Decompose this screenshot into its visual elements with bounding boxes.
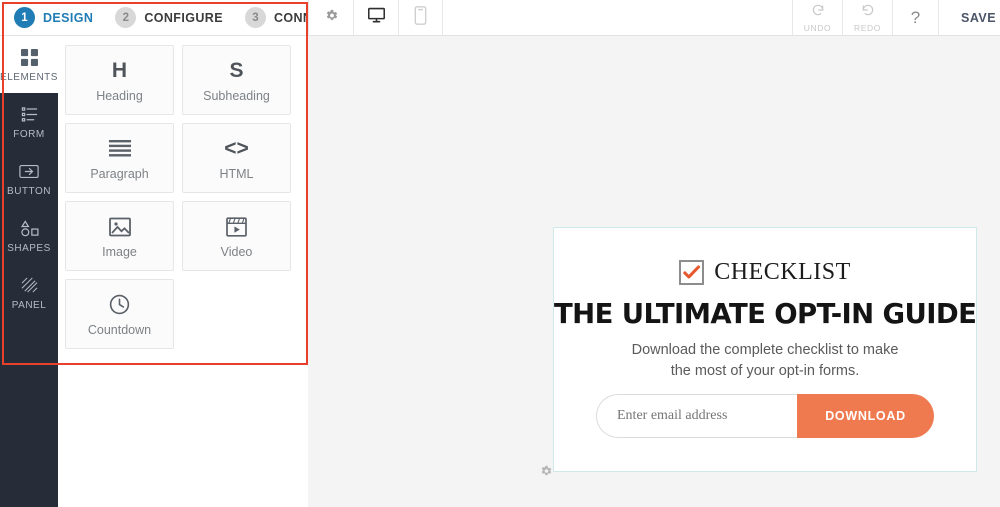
element-tile-html[interactable]: <> HTML <box>182 123 291 193</box>
optin-settings-gear-icon[interactable] <box>539 464 553 483</box>
mobile-device-icon <box>414 5 427 30</box>
step-navigation: 1 DESIGN 2 CONFIGURE 3 CONNECT <box>0 0 338 35</box>
design-canvas[interactable]: CHECKLIST THE ULTIMATE OPT-IN GUIDE Down… <box>308 36 1000 507</box>
button-arrow-icon <box>19 160 39 182</box>
step-design-number: 1 <box>14 7 35 28</box>
step-configure[interactable]: 2 CONFIGURE <box>115 7 223 28</box>
element-tile-subheading[interactable]: S Subheading <box>182 45 291 115</box>
sidebar-item-shapes-label: SHAPES <box>7 243 51 254</box>
step-configure-label: CONFIGURE <box>144 10 223 25</box>
step-connect-number: 3 <box>244 7 266 28</box>
optin-subline: Download the complete checklist to make … <box>554 340 976 381</box>
sidebar-item-shapes[interactable]: SHAPES <box>0 207 58 264</box>
subheading-icon: S <box>229 58 243 84</box>
checkbox-check-icon <box>679 260 705 285</box>
form-list-icon <box>21 103 38 125</box>
undo-arrow-icon <box>811 3 825 22</box>
left-nav-rail: ELEMENTS FORM BUTTON SHAPES PANEL <box>0 36 58 507</box>
download-button[interactable]: DOWNLOAD <box>797 394 934 439</box>
element-tile-countdown[interactable]: Countdown <box>65 279 174 349</box>
heading-icon: H <box>112 58 127 84</box>
right-tool-group: UNDO REDO ? SAVE <box>792 0 1000 35</box>
clock-icon <box>109 292 130 318</box>
html-code-icon: <> <box>224 136 249 162</box>
undo-label: UNDO <box>803 22 832 33</box>
optin-form-row: DOWNLOAD <box>596 394 934 439</box>
step-configure-number: 2 <box>115 7 137 28</box>
html-glyph: <> <box>224 137 249 160</box>
subheading-glyph: S <box>229 59 244 82</box>
element-tile-grid: H Heading S Subheading Paragraph <> HTML… <box>58 36 308 349</box>
element-tile-countdown-label: Countdown <box>87 322 152 337</box>
save-button[interactable]: SAVE <box>938 0 1000 35</box>
panel-hatch-icon <box>21 274 38 296</box>
sidebar-item-form[interactable]: FORM <box>0 93 58 150</box>
element-tile-video[interactable]: Video <box>182 201 291 271</box>
optin-headline: THE ULTIMATE OPT-IN GUIDE <box>554 298 977 330</box>
app-root: 1 DESIGN 2 CONFIGURE 3 CONNECT UNDO REDO… <box>0 0 1000 507</box>
element-tile-heading-label: Heading <box>96 88 143 103</box>
heading-glyph: H <box>111 59 128 82</box>
gear-icon <box>324 8 339 28</box>
sidebar-item-panel[interactable]: PANEL <box>0 264 58 321</box>
step-design[interactable]: 1 DESIGN <box>14 7 93 28</box>
desktop-monitor-icon <box>367 7 386 29</box>
redo-button[interactable]: REDO <box>842 0 892 35</box>
element-tile-video-label: Video <box>220 244 253 259</box>
optin-logo-text: CHECKLIST <box>714 259 851 285</box>
image-picture-icon <box>108 214 131 240</box>
element-tile-paragraph-label: Paragraph <box>90 166 149 181</box>
step-design-label: DESIGN <box>43 10 94 25</box>
help-button[interactable]: ? <box>892 0 938 35</box>
sidebar-item-elements[interactable]: ELEMENTS <box>0 36 58 93</box>
redo-label: REDO <box>854 22 881 33</box>
sidebar-item-panel-label: PANEL <box>11 300 47 311</box>
sidebar-item-button[interactable]: BUTTON <box>0 150 58 207</box>
shapes-icon <box>20 217 39 239</box>
video-clapper-icon <box>226 214 247 240</box>
element-tile-html-label: HTML <box>219 166 254 181</box>
email-input[interactable] <box>596 394 797 439</box>
paragraph-lines-icon <box>108 136 131 162</box>
sidebar-item-button-label: BUTTON <box>7 186 51 197</box>
sidebar-item-form-label: FORM <box>13 129 45 140</box>
settings-button[interactable] <box>308 0 353 35</box>
top-toolbar: 1 DESIGN 2 CONFIGURE 3 CONNECT UNDO REDO… <box>0 0 1000 36</box>
element-tile-subheading-label: Subheading <box>203 88 270 103</box>
mobile-view-button[interactable] <box>398 0 443 35</box>
optin-form-card[interactable]: CHECKLIST THE ULTIMATE OPT-IN GUIDE Down… <box>553 227 977 472</box>
desktop-view-button[interactable] <box>353 0 398 35</box>
element-tile-paragraph[interactable]: Paragraph <box>65 123 174 193</box>
optin-logo: CHECKLIST <box>554 259 976 286</box>
optin-subline-line2: the most of your opt-in forms. <box>670 362 860 379</box>
optin-subline-line1: Download the complete checklist to make <box>631 342 899 358</box>
grid-squares-icon <box>20 46 38 68</box>
element-tile-image[interactable]: Image <box>65 201 174 271</box>
view-tool-group <box>308 0 443 35</box>
undo-button[interactable]: UNDO <box>792 0 842 35</box>
element-tile-image-label: Image <box>102 244 137 259</box>
question-mark-icon: ? <box>910 7 921 27</box>
elements-panel: H Heading S Subheading Paragraph <> HTML… <box>58 36 308 507</box>
sidebar-item-elements-label: ELEMENTS <box>0 72 58 83</box>
redo-arrow-icon <box>861 3 875 22</box>
element-tile-heading[interactable]: H Heading <box>65 45 174 115</box>
